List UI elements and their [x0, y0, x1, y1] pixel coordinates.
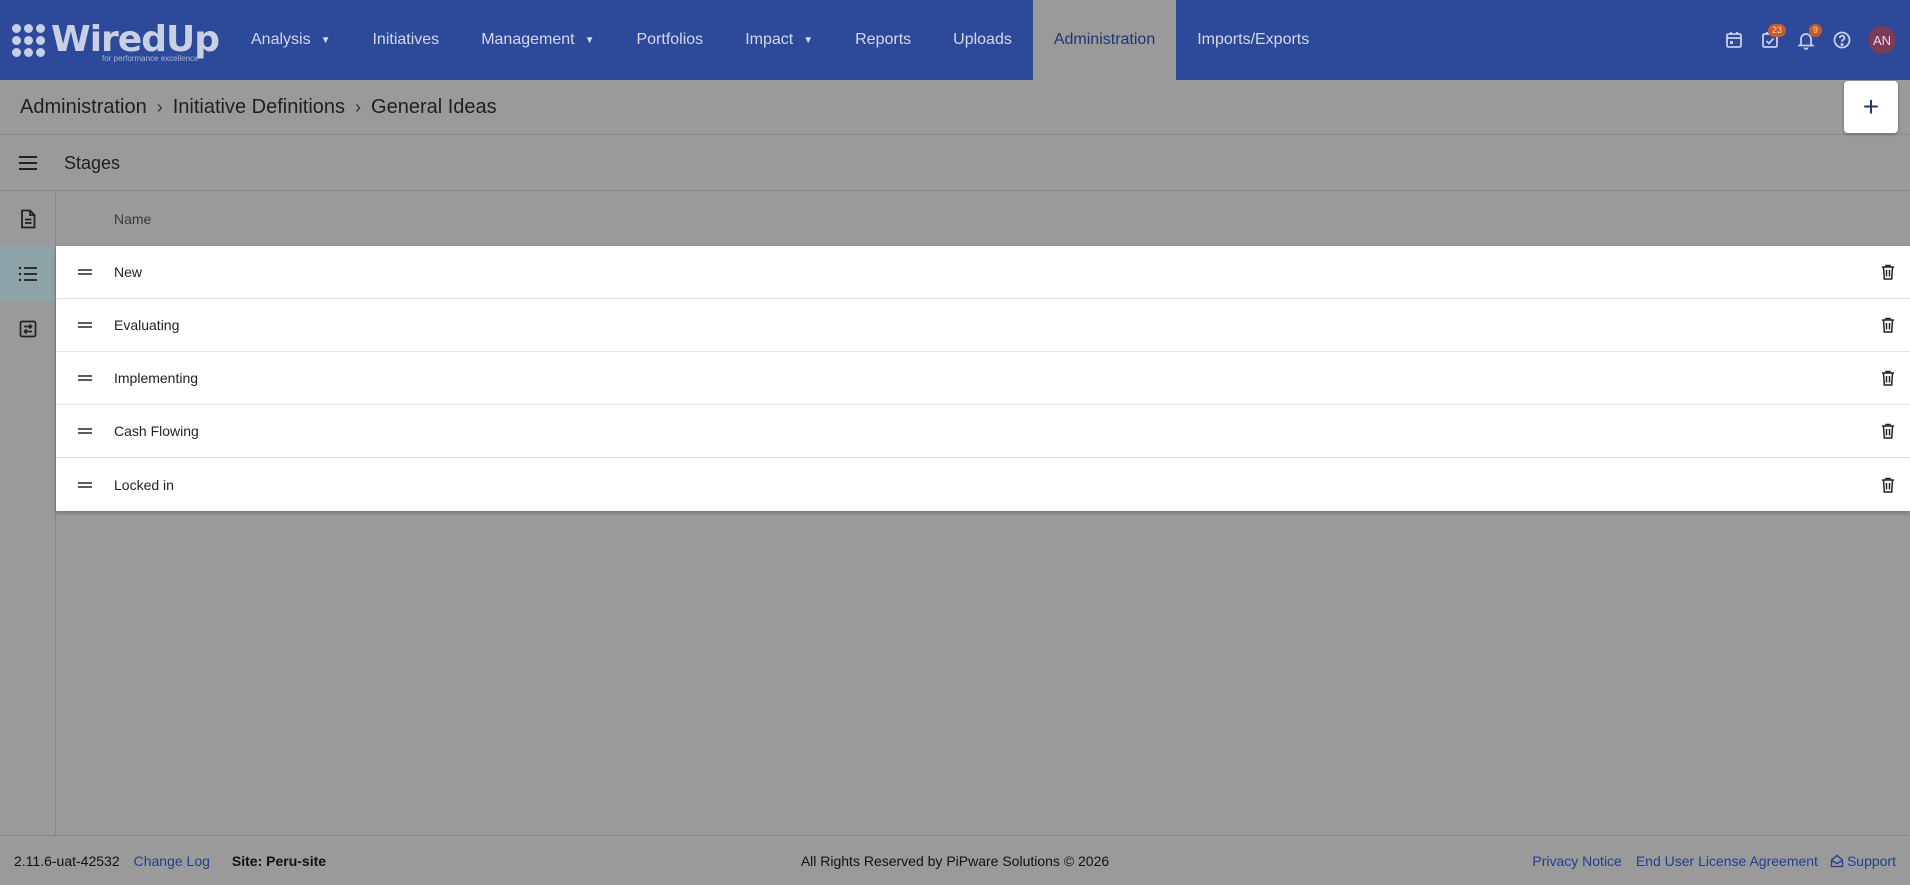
table-header: Name — [56, 191, 1910, 246]
stage-name[interactable]: New — [114, 264, 1866, 280]
version-label: 2.11.6-uat-42532 — [14, 852, 120, 869]
app-logo[interactable]: WiredUp for performance excellence — [0, 0, 230, 80]
table-row[interactable]: Locked in — [56, 458, 1910, 511]
nav-item-label: Portfolios — [636, 31, 704, 48]
footer: All Rights Reserved by PiPware Solutions… — [0, 835, 1910, 885]
drag-handle-icon[interactable] — [56, 428, 114, 434]
nav-item-portfolios[interactable]: Portfolios — [615, 0, 724, 80]
drag-handle-icon[interactable] — [56, 322, 114, 328]
breadcrumb-item-general-ideas: General Ideas — [371, 95, 497, 118]
hamburger-menu-icon[interactable] — [0, 155, 56, 171]
stage-name[interactable]: Locked in — [114, 477, 1866, 493]
support-link[interactable]: Support — [1830, 853, 1896, 869]
nav-item-label: Administration — [1053, 31, 1156, 48]
tasks-badge: 23 — [1767, 24, 1786, 37]
table-row[interactable]: Cash Flowing — [56, 405, 1910, 458]
help-icon[interactable] — [1824, 22, 1860, 58]
nav-item-label: Analysis — [251, 31, 311, 48]
trash-icon[interactable] — [1866, 317, 1910, 333]
support-label: Support — [1846, 852, 1896, 869]
caret-down-icon: ▼ — [320, 34, 331, 46]
nav-item-uploads[interactable]: Uploads — [932, 0, 1033, 80]
rail-item-transfer[interactable] — [0, 301, 55, 356]
trash-icon[interactable] — [1866, 370, 1910, 386]
change-log-link[interactable]: Change Log — [134, 853, 210, 869]
bell-icon[interactable]: 9 — [1788, 22, 1824, 58]
main-nav: Analysis ▼ Initiatives Management ▼ Port… — [230, 0, 1330, 80]
chevron-right-icon: › — [355, 96, 362, 117]
drag-handle-icon[interactable] — [56, 269, 114, 275]
nav-item-label: Initiatives — [372, 31, 440, 48]
stage-name[interactable]: Cash Flowing — [114, 423, 1866, 439]
top-right-icons: 23 9 AN — [1716, 0, 1910, 80]
eula-link[interactable]: End User License Agreement — [1636, 853, 1818, 869]
nav-item-initiatives[interactable]: Initiatives — [351, 0, 460, 80]
top-navigation-bar: WiredUp for performance excellence Analy… — [0, 0, 1910, 80]
rail-item-document[interactable] — [0, 191, 55, 246]
section-title: Stages — [64, 152, 121, 173]
trash-icon[interactable] — [1866, 477, 1910, 493]
rail-item-list[interactable] — [0, 246, 55, 301]
table-row[interactable]: Implementing — [56, 352, 1910, 405]
support-icon — [1830, 854, 1844, 867]
logo-dots-icon — [12, 23, 45, 57]
drag-handle-icon[interactable] — [56, 481, 114, 488]
nav-item-administration[interactable]: Administration — [1032, 0, 1177, 80]
nav-item-label: Reports — [855, 31, 912, 48]
caret-down-icon: ▼ — [803, 34, 814, 46]
stages-table: Name New Evaluating Implementing Cash Fl… — [56, 191, 1910, 511]
caret-down-icon: ▼ — [584, 34, 595, 46]
avatar[interactable]: AN — [1868, 26, 1896, 54]
side-rail — [0, 191, 56, 835]
trash-icon[interactable] — [1866, 264, 1910, 280]
nav-item-analysis[interactable]: Analysis ▼ — [230, 0, 351, 80]
breadcrumb-item-administration[interactable]: Administration — [20, 96, 147, 119]
nav-item-reports[interactable]: Reports — [834, 0, 932, 80]
breadcrumb: Administration › Initiative Definitions … — [0, 80, 1910, 135]
transfer-icon — [19, 320, 36, 337]
logo-tagline: for performance excellence — [102, 54, 199, 63]
stage-name[interactable]: Implementing — [114, 370, 1866, 386]
nav-item-imports-exports[interactable]: Imports/Exports — [1176, 0, 1330, 80]
add-stage-button[interactable]: + — [1844, 81, 1898, 133]
section-header: Stages — [0, 136, 1910, 191]
nav-item-label: Imports/Exports — [1197, 31, 1310, 48]
nav-item-impact[interactable]: Impact ▼ — [724, 0, 834, 80]
chevron-right-icon: › — [156, 96, 163, 117]
nav-item-label: Impact — [745, 31, 794, 48]
site-label: Site: Peru-site — [231, 852, 327, 869]
table-body: New Evaluating Implementing Cash Flowing… — [56, 246, 1910, 511]
list-icon — [18, 266, 37, 281]
calendar-icon[interactable] — [1716, 22, 1752, 58]
breadcrumb-item-initiative-definitions[interactable]: Initiative Definitions — [173, 96, 345, 119]
table-row[interactable]: Evaluating — [56, 299, 1910, 352]
notifications-badge: 9 — [1808, 24, 1822, 37]
nav-item-management[interactable]: Management ▼ — [460, 0, 615, 80]
stage-name[interactable]: Evaluating — [114, 317, 1866, 333]
nav-item-label: Uploads — [953, 31, 1012, 48]
nav-item-label: Management — [481, 31, 575, 48]
trash-icon[interactable] — [1866, 423, 1910, 439]
privacy-notice-link[interactable]: Privacy Notice — [1532, 853, 1621, 869]
logo-text: WiredUp — [51, 19, 220, 60]
tasks-icon[interactable]: 23 — [1752, 22, 1788, 58]
column-header-name[interactable]: Name — [114, 211, 151, 227]
table-row[interactable]: New — [56, 246, 1910, 299]
drag-handle-icon[interactable] — [56, 375, 114, 381]
document-icon — [20, 209, 35, 228]
